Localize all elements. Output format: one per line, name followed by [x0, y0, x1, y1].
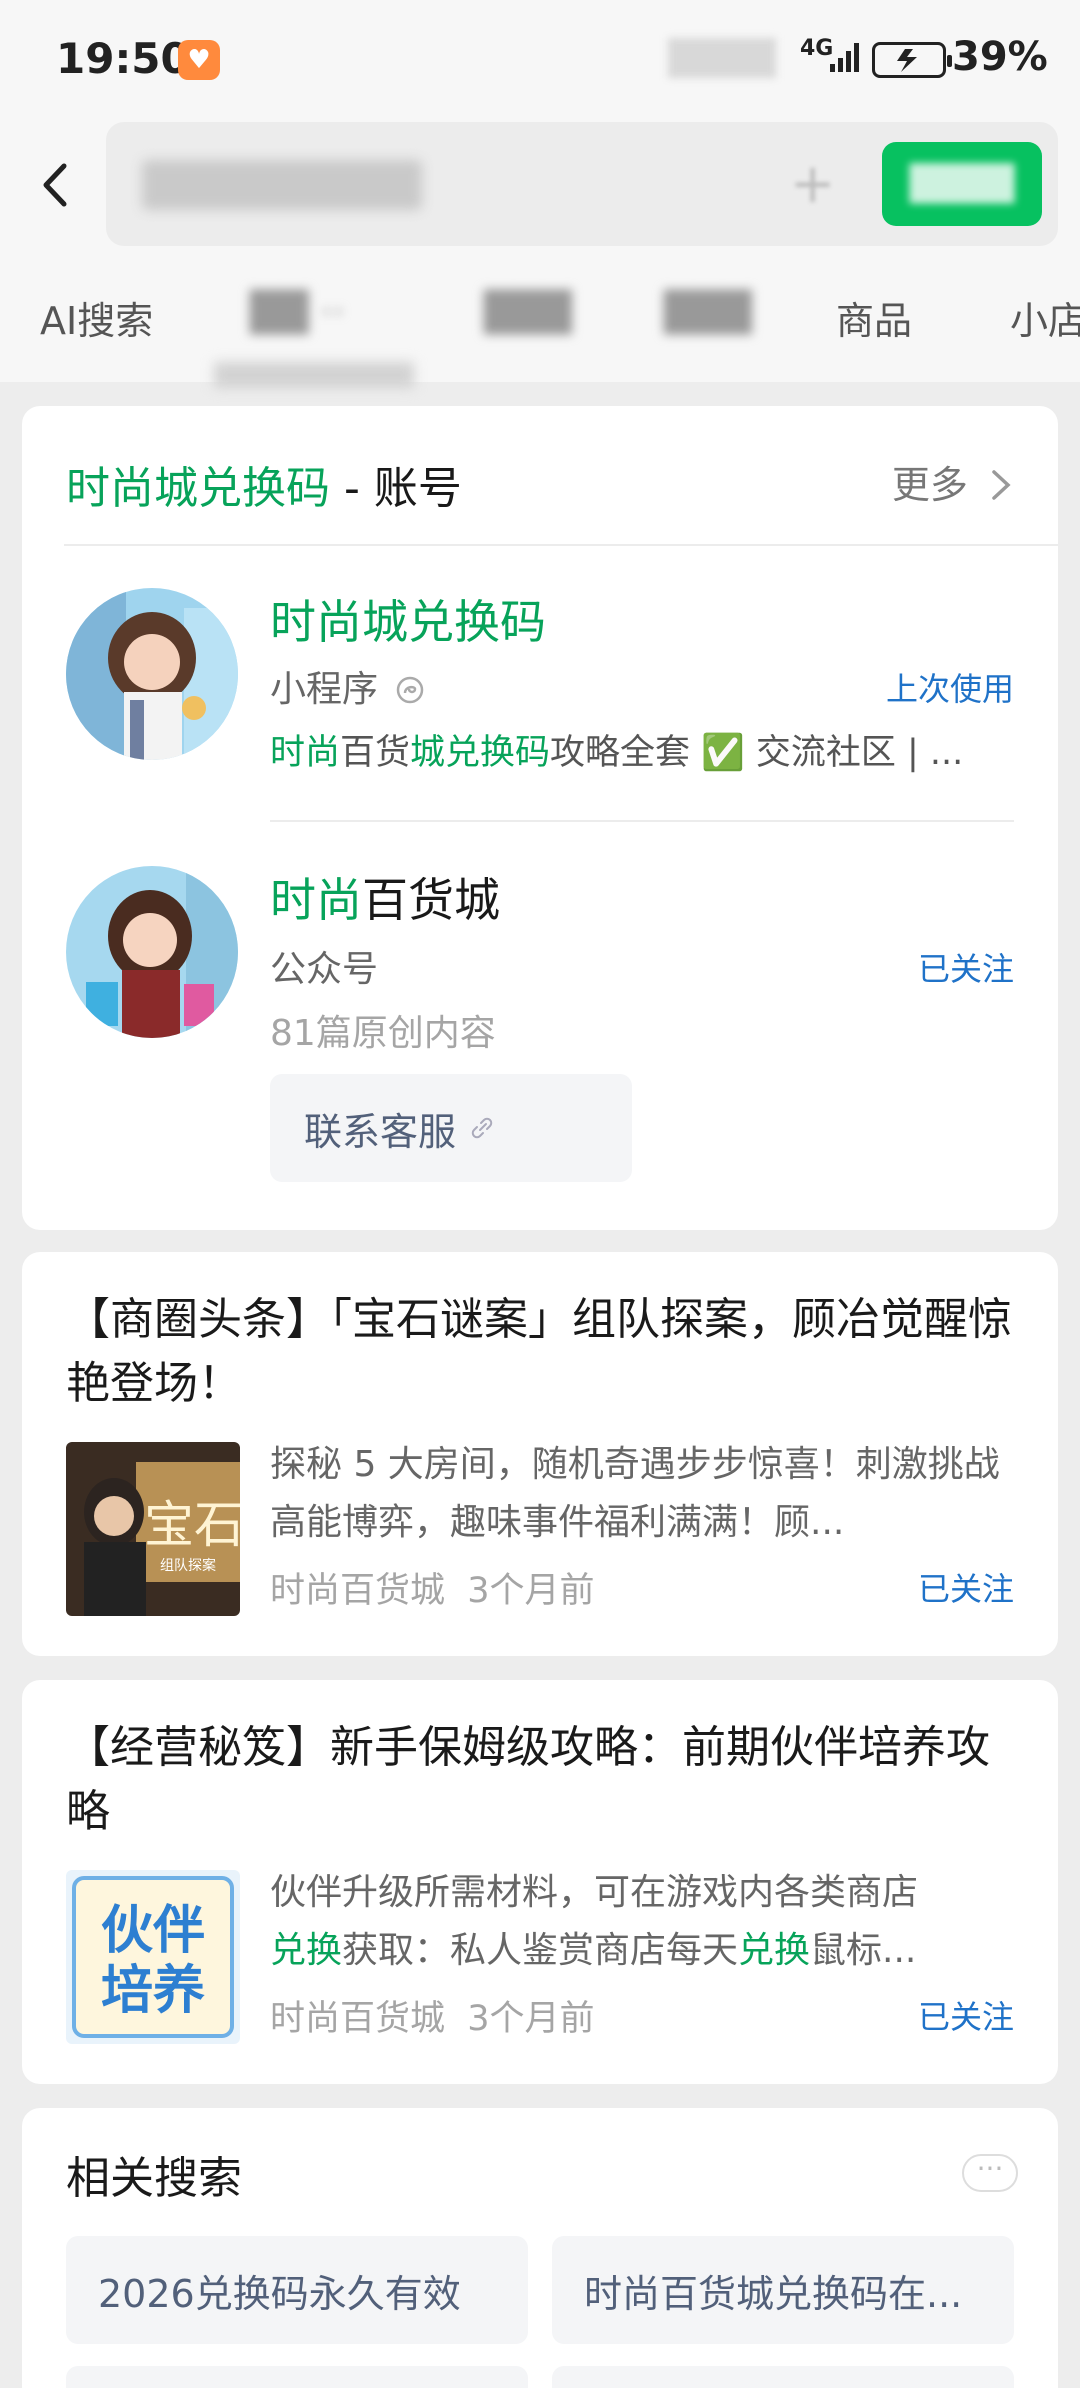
related-search-card: 相关搜索 ··· 2026兑换码永久有效 时尚百货城兑换码在...: [22, 2108, 1058, 2388]
official-account-type: 公众号: [270, 949, 379, 990]
tab-blurred-2[interactable]: ███: [484, 290, 572, 334]
article-title[interactable]: 【商圈头条】「宝石谜案」组队探案，顾冶觉醒惊艳登场！: [66, 1288, 1026, 1416]
article-thumbnail[interactable]: 宝石 组队探案: [66, 1442, 240, 1616]
related-search-item[interactable]: [66, 2366, 528, 2388]
account-section-title: 时尚城兑换码 - 账号: [66, 463, 462, 514]
article-desc: 伙伴升级所需材料，可在游戏内各类商店 兑换获取：私人鉴赏商店每天兑换鼠标...: [270, 1872, 919, 1971]
divider: [270, 820, 1014, 822]
status-time: 19:50: [56, 34, 190, 83]
article-card[interactable]: 【经营秘笈】新手保姆级攻略：前期伙伴培养攻略 伙伴 培养 伙伴升级所需材料，可在…: [22, 1680, 1058, 2084]
battery-percent: 39%: [952, 34, 1048, 80]
account-card: 时尚城兑换码 - 账号 更多 时尚城兑换码 小程序 上次使用 时尚百货城兑换码攻…: [22, 406, 1058, 1230]
thumb-text: 宝石: [144, 1496, 240, 1554]
chevron-left-icon: [43, 163, 67, 207]
tab-blurred-3[interactable]: ███: [664, 290, 752, 334]
search-box[interactable]: + ████: [106, 122, 1058, 246]
official-account-name[interactable]: 时尚百货城: [270, 864, 500, 930]
article-meta: 时尚百货城 3个月前: [270, 1999, 595, 2039]
tab-bar: AI搜索 ██ ·· ███ ███ 商品 小店: [0, 290, 1080, 388]
last-used-tag: 上次使用: [885, 670, 1014, 708]
related-search-item[interactable]: 2026兑换码永久有效: [66, 2236, 528, 2344]
followed-tag: 已关注: [917, 1570, 1014, 1608]
tab-products[interactable]: 商品: [836, 290, 912, 345]
search-button[interactable]: ████: [882, 142, 1042, 226]
article-thumbnail[interactable]: 伙伴 培养: [66, 1870, 240, 2044]
chevron-right-icon: [992, 470, 1011, 500]
svg-text:培养: 培养: [101, 1961, 205, 2021]
tab-shop[interactable]: 小店: [1010, 290, 1080, 345]
battery-icon: [872, 42, 952, 78]
mini-program-name[interactable]: 时尚城兑换码: [270, 586, 546, 652]
thumb-subtext: 组队探案: [160, 1557, 216, 1574]
tab-indicator-blurred: [214, 362, 414, 388]
divider: [64, 544, 1058, 546]
mini-program-type: 小程序: [270, 660, 425, 712]
search-query-blurred[interactable]: [142, 160, 422, 210]
back-button[interactable]: [36, 158, 76, 212]
tab-ai-search[interactable]: AI搜索: [40, 290, 153, 345]
link-icon: [471, 1117, 493, 1139]
contact-service-button[interactable]: 联系客服: [270, 1074, 632, 1182]
article-desc: 探秘 5 大房间，随机奇遇步步惊喜！刺激挑战高能博弈，趣味事件福利满满！顾...: [270, 1444, 1000, 1543]
more-button[interactable]: 更多: [892, 454, 1014, 509]
signal-icon: [830, 43, 859, 72]
article-title[interactable]: 【经营秘笈】新手保姆级攻略：前期伙伴培养攻略: [66, 1716, 1026, 1844]
followed-tag: 已关注: [917, 950, 1014, 988]
related-search-item[interactable]: 时尚百货城兑换码在...: [552, 2236, 1014, 2344]
mini-program-icon: [397, 676, 424, 704]
status-bar: 19:50 ♥ 4G 39%: [0, 0, 1080, 120]
top-bar: 19:50 ♥ 4G 39% + ████ AI搜索 ██ ·· ███ ███…: [0, 0, 1080, 388]
related-search-item[interactable]: [552, 2366, 1014, 2388]
mini-program-avatar[interactable]: [66, 588, 238, 760]
notification-app-icon: ♥: [178, 40, 220, 80]
svg-text:伙伴: 伙伴: [101, 1901, 205, 1961]
ellipsis-icon[interactable]: ···: [962, 2154, 1018, 2192]
article-card[interactable]: 【商圈头条】「宝石谜案」组队探案，顾冶觉醒惊艳登场！ 宝石 组队探案 探秘 5 …: [22, 1252, 1058, 1656]
mini-program-desc: 时尚百货城兑换码攻略全套 ✅ 交流社区 | ...: [270, 733, 964, 773]
tab-blurred-1[interactable]: ██ ··: [250, 290, 345, 334]
status-icons-blurred: [668, 38, 776, 78]
followed-tag: 已关注: [917, 1998, 1014, 2036]
article-meta: 时尚百货城 3个月前: [270, 1571, 595, 1611]
original-content-count: 81篇原创内容: [270, 1013, 496, 1054]
plus-icon[interactable]: +: [790, 152, 835, 215]
official-account-avatar[interactable]: [66, 866, 238, 1038]
related-search-title: 相关搜索: [66, 2153, 242, 2204]
